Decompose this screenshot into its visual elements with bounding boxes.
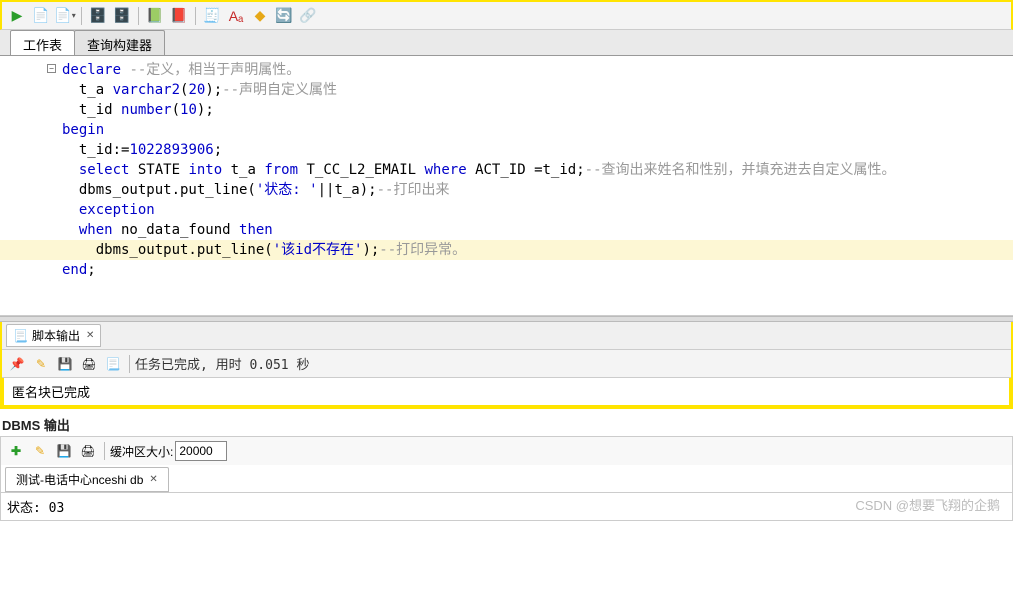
- close-icon[interactable]: ✕: [147, 474, 157, 485]
- task-status: 任务已完成, 用时 0.051 秒: [135, 354, 309, 373]
- watermark: CSDN @想要飞翔的企鹅: [855, 495, 1000, 514]
- buffer-size-input[interactable]: [175, 441, 227, 461]
- separator: [129, 355, 130, 373]
- font-icon: Aₐ: [229, 8, 244, 24]
- chain-icon: 🔗: [299, 7, 316, 24]
- list-button[interactable]: 📃: [102, 353, 124, 375]
- plus-icon: ✚: [11, 444, 21, 458]
- save-script-button[interactable]: 📄: [30, 5, 52, 27]
- edit-button[interactable]: ✎: [29, 440, 51, 462]
- rollback-button[interactable]: 🗄️: [111, 5, 133, 27]
- file-icon: 📄: [54, 7, 71, 24]
- commit-button[interactable]: 🗄️: [87, 5, 109, 27]
- case-button[interactable]: Aₐ: [225, 5, 247, 27]
- database-icon: 🗄️: [113, 7, 130, 24]
- pin-icon: 📌: [10, 357, 25, 371]
- save-icon: 💾: [58, 357, 73, 371]
- explain-plan-button[interactable]: 📗: [144, 5, 166, 27]
- output-tab-row: 📃 脚本输出 ✕: [2, 322, 1011, 350]
- main-toolbar: ▶ 📄 📄▾ 🗄️ 🗄️ 📗 📕 🧾 Aₐ ◆ 🔄 🔗: [0, 0, 1013, 30]
- tab-connection[interactable]: 测试-电话中心nceshi db ✕: [5, 467, 169, 492]
- separator: [81, 7, 82, 25]
- edit-button[interactable]: ✎: [30, 353, 52, 375]
- clear-button[interactable]: ◆: [249, 5, 271, 27]
- editor-tabs: 工作表 查询构建器: [0, 30, 1013, 56]
- script-output-panel: 📃 脚本输出 ✕ 📌 ✎ 💾 🖨 📃 任务已完成, 用时 0.051 秒 匿名块…: [0, 322, 1013, 409]
- sql-editor[interactable]: −declare --定义，相当于声明属性。 t_a varchar2(20);…: [0, 56, 1013, 316]
- refresh-icon: 🔄: [275, 7, 292, 24]
- autotrace-button[interactable]: 📕: [168, 5, 190, 27]
- dbms-output-panel: ✚ ✎ 💾 🖨 缓冲区大小: 测试-电话中心nceshi db ✕ 状态: 03…: [0, 436, 1013, 521]
- tab-label: 脚本输出: [32, 327, 80, 344]
- list-icon: 📃: [106, 357, 121, 371]
- script-icon: 📃: [13, 329, 28, 343]
- link-button[interactable]: 🔗: [297, 5, 319, 27]
- eraser-icon: ◆: [255, 7, 266, 24]
- pencil-icon: ✎: [35, 444, 45, 458]
- output-toolbar: 📌 ✎ 💾 🖨 📃 任务已完成, 用时 0.051 秒: [2, 350, 1011, 378]
- close-icon[interactable]: ✕: [84, 330, 94, 341]
- separator: [195, 7, 196, 25]
- save-output-button[interactable]: 💾: [54, 353, 76, 375]
- tab-query-builder[interactable]: 查询构建器: [74, 30, 165, 55]
- tab-label: 测试-电话中心nceshi db: [16, 471, 143, 488]
- dbms-output-title: DBMS 输出: [0, 409, 1013, 436]
- refresh-button[interactable]: 🔄: [273, 5, 295, 27]
- database-icon: 🗄️: [89, 7, 106, 24]
- sql-history-button[interactable]: 🧾: [201, 5, 223, 27]
- pin-button[interactable]: 📌: [6, 353, 28, 375]
- dbms-tab-row: 测试-电话中心nceshi db ✕: [1, 465, 1012, 492]
- save-as-button[interactable]: 📄▾: [54, 5, 76, 27]
- run-button[interactable]: ▶: [6, 5, 28, 27]
- print-icon: 🖨: [80, 444, 95, 458]
- tab-worksheet[interactable]: 工作表: [10, 30, 75, 55]
- print-icon: 🖨: [81, 357, 96, 371]
- add-connection-button[interactable]: ✚: [5, 440, 27, 462]
- separator: [138, 7, 139, 25]
- print-button[interactable]: 🖨: [78, 353, 100, 375]
- pencil-icon: ✎: [36, 357, 46, 371]
- doc-green-icon: 📗: [146, 7, 163, 24]
- script-output-body: 匿名块已完成: [2, 378, 1011, 407]
- save-icon: 💾: [57, 444, 72, 458]
- file-icon: 📄: [32, 7, 49, 24]
- sql-icon: 🧾: [203, 7, 220, 24]
- buffer-size-label: 缓冲区大小:: [110, 443, 173, 460]
- separator: [104, 442, 105, 460]
- save-button[interactable]: 💾: [53, 440, 75, 462]
- doc-red-icon: 📕: [170, 7, 187, 24]
- tab-script-output[interactable]: 📃 脚本输出 ✕: [6, 324, 101, 347]
- dbms-toolbar: ✚ ✎ 💾 🖨 缓冲区大小:: [1, 437, 1012, 465]
- fold-toggle[interactable]: −: [47, 64, 56, 73]
- print-button[interactable]: 🖨: [77, 440, 99, 462]
- play-icon: ▶: [12, 7, 23, 24]
